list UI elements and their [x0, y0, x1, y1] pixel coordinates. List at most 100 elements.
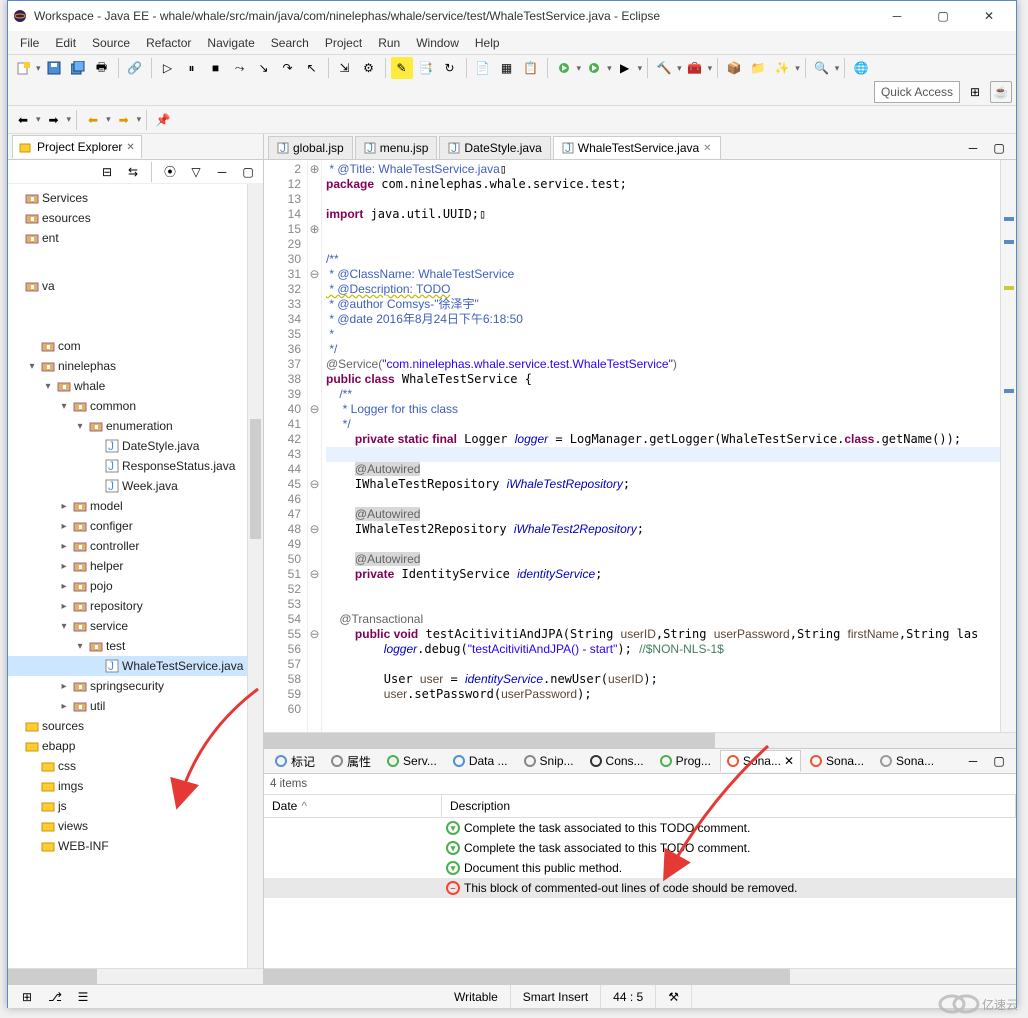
tree-row[interactable]: ▾service: [8, 616, 263, 636]
forward-icon[interactable]: ➡: [43, 109, 65, 131]
tree-row[interactable]: JWhaleTestService.java: [8, 656, 263, 676]
tree-row[interactable]: JWeek.java: [8, 476, 263, 496]
bottom-tab[interactable]: 属性: [324, 749, 378, 774]
editor-tab[interactable]: JDateStyle.java: [439, 136, 550, 159]
code-area[interactable]: * @Title: WhaleTestService.java▯ package…: [322, 160, 1000, 732]
menu-source[interactable]: Source: [84, 33, 138, 53]
link-editor-icon[interactable]: ⇆: [122, 161, 144, 183]
drop-frame-icon[interactable]: ⇲: [334, 57, 356, 79]
web-icon[interactable]: 🌐: [850, 57, 872, 79]
suspend-icon[interactable]: ⏸: [181, 57, 203, 79]
bottom-tab[interactable]: Snip...: [517, 750, 581, 772]
bottom-tab[interactable]: Sona...: [873, 750, 941, 772]
pe-close-icon[interactable]: ✕: [126, 142, 134, 153]
save-all-button[interactable]: [67, 57, 89, 79]
tree-row[interactable]: ▾test: [8, 636, 263, 656]
editor-tab[interactable]: Jglobal.jsp: [268, 136, 353, 159]
step-over-icon[interactable]: ↷: [277, 57, 299, 79]
new-class-icon[interactable]: 📁: [747, 57, 769, 79]
step-into-icon[interactable]: ↘: [253, 57, 275, 79]
code-editor[interactable]: 2121314152930313233343536373839404142434…: [264, 160, 1016, 732]
search-icon[interactable]: 🔍: [811, 57, 833, 79]
menu-window[interactable]: Window: [408, 33, 467, 53]
disconnect-icon[interactable]: ⤳: [229, 57, 251, 79]
highlight-icon[interactable]: ✎: [391, 57, 413, 79]
view-menu-icon[interactable]: ▽: [185, 161, 207, 183]
menu-navigate[interactable]: Navigate: [199, 33, 262, 53]
tree-row[interactable]: ▸repository: [8, 596, 263, 616]
bottom-tab[interactable]: Prog...: [653, 750, 718, 772]
issue-row[interactable]: ▾Complete the task associated to this TO…: [264, 818, 1016, 838]
tree-hscroll[interactable]: [8, 968, 263, 984]
tree-row[interactable]: esources: [8, 208, 263, 228]
tree-row[interactable]: ▸springsecurity: [8, 676, 263, 696]
build-icon[interactable]: 🔨: [653, 57, 675, 79]
quick-access[interactable]: Quick Access: [874, 81, 960, 103]
run-button[interactable]: [583, 57, 605, 79]
back-icon[interactable]: ⬅: [12, 109, 34, 131]
menu-help[interactable]: Help: [467, 33, 508, 53]
menu-file[interactable]: File: [12, 33, 47, 53]
tree-row[interactable]: va: [8, 276, 263, 296]
bottom-min-icon[interactable]: ─: [962, 750, 984, 772]
new-server-icon[interactable]: 📄: [472, 57, 494, 79]
debug-button[interactable]: [553, 57, 575, 79]
tree-row[interactable]: ent: [8, 228, 263, 248]
col-date-header[interactable]: Date^: [264, 795, 442, 817]
tree-row[interactable]: ▾ninelephas: [8, 356, 263, 376]
perspective-open-icon[interactable]: ⊞: [964, 81, 986, 103]
project-explorer-tab[interactable]: Project Explorer ✕: [12, 135, 142, 158]
minimize-view-icon[interactable]: ─: [211, 161, 233, 183]
link-icon[interactable]: 🔗: [124, 57, 146, 79]
step-return-icon[interactable]: ↖: [301, 57, 323, 79]
issue-row[interactable]: ▾Document this public method.: [264, 858, 1016, 878]
menu-edit[interactable]: Edit: [47, 33, 84, 53]
overview-ruler[interactable]: [1000, 160, 1016, 732]
tree-row[interactable]: ▾whale: [8, 376, 263, 396]
restart-icon[interactable]: ↻: [439, 57, 461, 79]
menu-search[interactable]: Search: [263, 33, 317, 53]
step-filter-icon[interactable]: ⚙: [358, 57, 380, 79]
tree-row[interactable]: Services: [8, 188, 263, 208]
tree-row[interactable]: sources: [8, 716, 263, 736]
tree-row[interactable]: ▸helper: [8, 556, 263, 576]
tree-row[interactable]: JResponseStatus.java: [8, 456, 263, 476]
pin-icon[interactable]: 📌: [152, 109, 174, 131]
tree-row[interactable]: ebapp: [8, 736, 263, 756]
bottom-tab[interactable]: Cons...: [583, 750, 651, 772]
perspective-javaee-icon[interactable]: ☕: [990, 81, 1012, 103]
tree-row[interactable]: css: [8, 756, 263, 776]
tree-row[interactable]: js: [8, 796, 263, 816]
run-last-icon[interactable]: ▶: [614, 57, 636, 79]
status-build-icon[interactable]: ⚒: [656, 985, 692, 1008]
editor-max-icon[interactable]: ▢: [988, 137, 1010, 159]
menu-refactor[interactable]: Refactor: [138, 33, 199, 53]
menu-project[interactable]: Project: [317, 33, 370, 53]
tree-vscroll[interactable]: [247, 184, 263, 968]
bottom-tab[interactable]: Serv...: [380, 750, 444, 772]
tab-close-icon[interactable]: ✕: [703, 143, 711, 154]
print-icon[interactable]: 🖶: [91, 57, 113, 79]
close-button[interactable]: ✕: [966, 1, 1012, 31]
editor-tab[interactable]: JWhaleTestService.java✕: [553, 136, 721, 159]
terminate-icon[interactable]: ■: [205, 57, 227, 79]
editor-min-icon[interactable]: ─: [962, 137, 984, 159]
focus-icon[interactable]: ⦿: [159, 161, 181, 183]
bottom-tab[interactable]: Sona... ✕: [720, 750, 801, 772]
col-desc-header[interactable]: Description: [442, 795, 1016, 817]
resume-icon[interactable]: ▷: [157, 57, 179, 79]
tree-row[interactable]: imgs: [8, 776, 263, 796]
maximize-view-icon[interactable]: ▢: [237, 161, 259, 183]
save-button[interactable]: [43, 57, 65, 79]
bottom-max-icon[interactable]: ▢: [988, 750, 1010, 772]
new-pkg-icon[interactable]: 📦: [723, 57, 745, 79]
tree-row[interactable]: ▸model: [8, 496, 263, 516]
editor-tab[interactable]: Jmenu.jsp: [355, 136, 438, 159]
tree-row[interactable]: views: [8, 816, 263, 836]
tree-row[interactable]: ▸pojo: [8, 576, 263, 596]
sb-icon-3[interactable]: ☰: [72, 986, 94, 1008]
nav-fwd-icon[interactable]: ➡: [113, 109, 135, 131]
bottom-tab[interactable]: Sona...: [803, 750, 871, 772]
menu-run[interactable]: Run: [370, 33, 408, 53]
tree-row[interactable]: WEB-INF: [8, 836, 263, 856]
